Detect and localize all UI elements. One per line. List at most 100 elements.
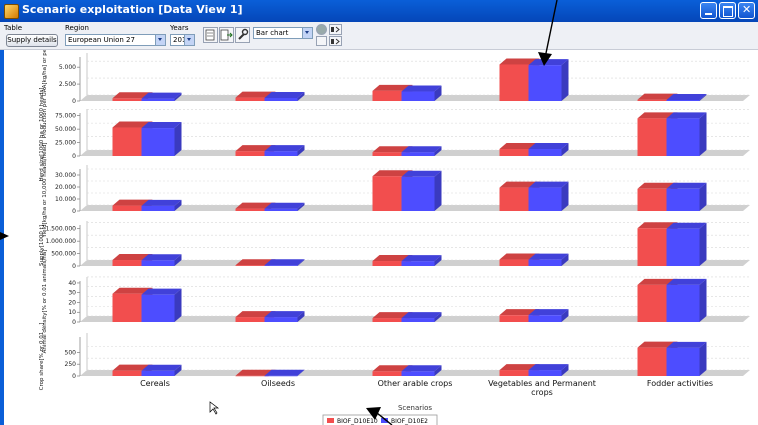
- bar: [637, 99, 671, 101]
- bar: [528, 65, 562, 101]
- y-tick-label: 500: [65, 349, 77, 356]
- wrench-icon[interactable]: [235, 27, 250, 43]
- bar-top: [528, 309, 569, 316]
- bar-top: [528, 364, 569, 371]
- bar: [666, 284, 700, 322]
- bar: [264, 208, 298, 211]
- y-tick-label: 0: [72, 153, 76, 160]
- years-select[interactable]: 2013: [170, 34, 195, 46]
- bar-top: [401, 312, 442, 319]
- region-label: Region: [65, 24, 89, 32]
- chevron-down-icon: [184, 35, 194, 45]
- maximize-button[interactable]: [719, 2, 736, 19]
- bar: [666, 228, 700, 266]
- bar: [499, 187, 533, 211]
- close-button[interactable]: [738, 2, 755, 19]
- y-tick-label: 0: [72, 263, 76, 270]
- bar-top: [264, 91, 305, 98]
- y-tick-label: 250: [65, 361, 77, 368]
- y-tick-label: 25.000: [55, 140, 76, 147]
- bar: [264, 151, 298, 156]
- legend-label: BIOF_D10E2: [391, 418, 428, 425]
- bar: [235, 97, 269, 101]
- bar: [141, 260, 175, 266]
- export-table-icon[interactable]: [219, 27, 234, 43]
- bar: [528, 259, 562, 266]
- bar: [141, 98, 175, 101]
- bar-top: [401, 365, 442, 372]
- bar-top: [264, 311, 305, 318]
- bar: [372, 261, 406, 266]
- legend-swatch: [381, 418, 388, 423]
- bar: [528, 370, 562, 376]
- bar-top: [401, 85, 442, 92]
- mouse-cursor-icon: [209, 401, 220, 415]
- bar-side: [561, 59, 569, 101]
- bar: [141, 128, 175, 156]
- bar: [372, 152, 406, 156]
- category-label: Oilseeds: [261, 379, 295, 388]
- grid-toggle-icon[interactable]: [316, 36, 327, 46]
- y-tick-label: 0: [72, 98, 76, 105]
- chart-type-select[interactable]: Bar chart: [253, 27, 313, 39]
- app-icon: [4, 4, 19, 19]
- minimize-button[interactable]: [700, 2, 717, 19]
- y-tick-label: 20.000: [55, 184, 76, 191]
- y-tick-label: 1.000.000: [45, 238, 76, 245]
- bar: [141, 294, 175, 322]
- bar: [637, 284, 671, 322]
- bar-top: [141, 199, 182, 206]
- y-tick-label: 5.000: [59, 64, 76, 71]
- bar-top: [141, 288, 182, 295]
- bar-top: [666, 278, 707, 285]
- y-tick-label: 10: [68, 309, 76, 316]
- bar: [528, 315, 562, 322]
- y-tick-label: 20: [68, 299, 76, 306]
- bar: [235, 208, 269, 211]
- legend-swatch: [327, 418, 334, 423]
- bar-side: [699, 341, 707, 376]
- bar: [235, 317, 269, 322]
- region-select[interactable]: European Union 27: [65, 34, 166, 46]
- bar: [637, 228, 671, 266]
- bar: [112, 260, 146, 266]
- bar: [372, 90, 406, 101]
- window-titlebar: Scenario exploitation [Data View 1]: [0, 0, 758, 23]
- toolbar: Table Supply details Region European Uni…: [0, 22, 758, 50]
- bar: [372, 371, 406, 376]
- bar: [499, 259, 533, 266]
- years-label: Years: [170, 24, 189, 32]
- supply-details-button[interactable]: Supply details: [6, 34, 58, 47]
- bar: [499, 149, 533, 156]
- bar: [372, 318, 406, 322]
- y-tick-label: 10.000: [55, 196, 76, 203]
- chevron-down-icon: [155, 35, 165, 45]
- scroll-right-icon[interactable]: [329, 24, 342, 35]
- bar: [264, 375, 298, 377]
- bar-side: [699, 112, 707, 156]
- bar: [401, 176, 435, 211]
- bar: [112, 98, 146, 101]
- bar-top: [264, 369, 305, 376]
- bar: [401, 261, 435, 266]
- y-tick-label: 30.000: [55, 172, 76, 179]
- bar: [637, 188, 671, 211]
- copy-table-icon[interactable]: [203, 27, 218, 43]
- y-tick-label: 0: [72, 319, 76, 326]
- region-value: European Union 27: [68, 36, 135, 44]
- bar: [264, 97, 298, 101]
- zoom-out-icon[interactable]: [316, 24, 327, 35]
- bar-top: [401, 170, 442, 177]
- bar-top: [264, 202, 305, 209]
- bar: [401, 318, 435, 322]
- bar: [499, 370, 533, 376]
- y-tick-label: 40: [68, 280, 76, 287]
- bar: [637, 347, 671, 376]
- bar: [235, 151, 269, 156]
- bar: [112, 127, 146, 156]
- scroll-right-icon[interactable]: [329, 36, 342, 46]
- bar: [141, 205, 175, 211]
- chart-type-value: Bar chart: [256, 29, 289, 37]
- bar: [401, 152, 435, 156]
- y-tick-label: 0: [72, 373, 76, 380]
